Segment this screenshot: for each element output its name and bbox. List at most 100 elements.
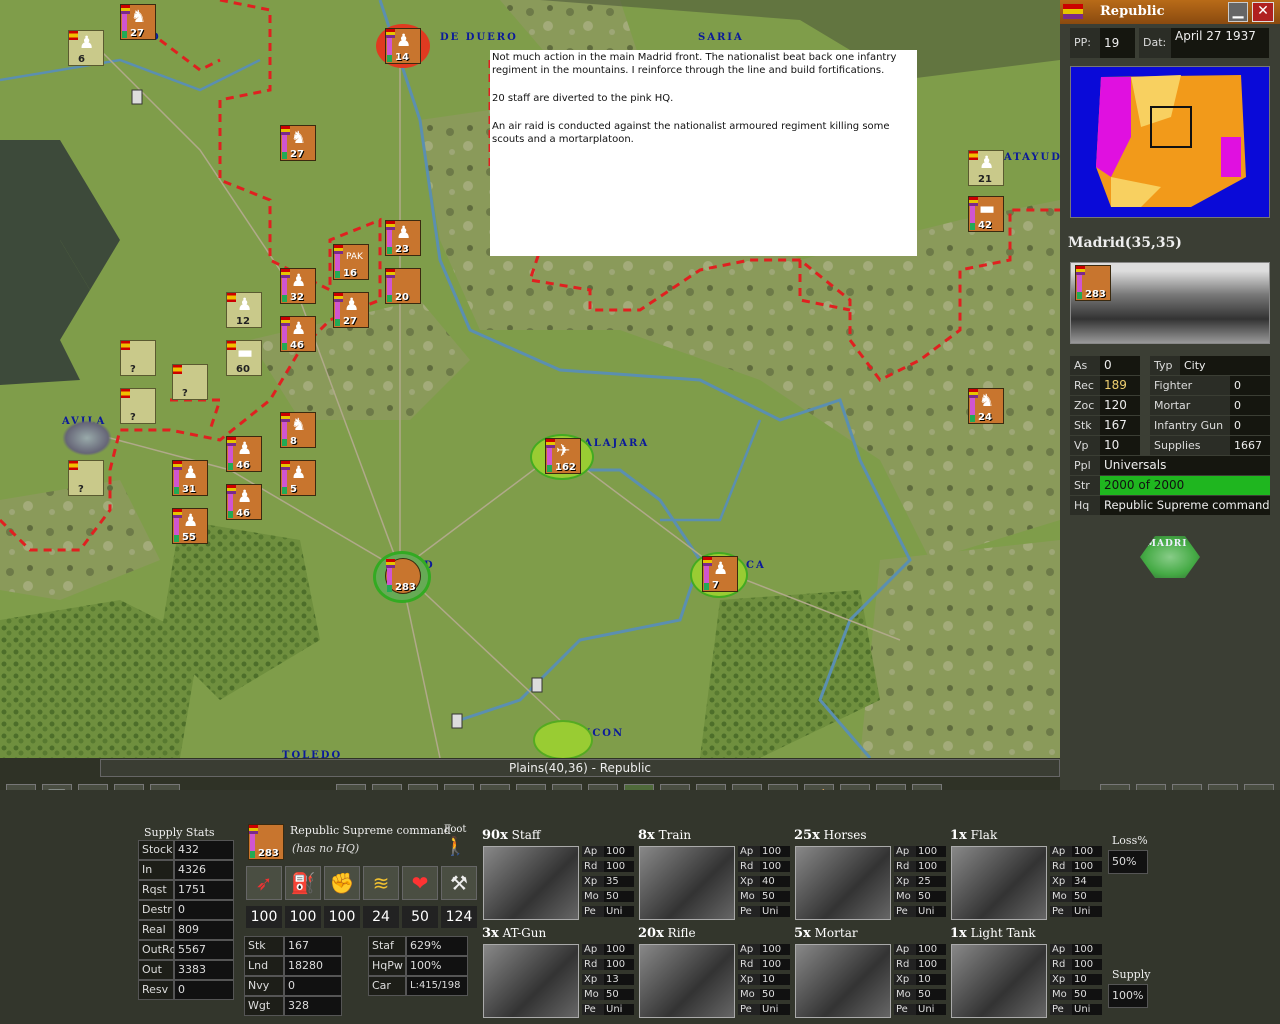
- unit-stat-label: Nvy: [244, 976, 284, 996]
- equipment-qty: 8x: [638, 828, 655, 843]
- hex-map[interactable]: D DE DUERO SARIA AVILA ALAJARA D CA TORO…: [0, 0, 1060, 758]
- unit-counter[interactable]: ♟ 5: [280, 460, 316, 496]
- equipment-card[interactable]: 20x Rifle Ap 100 Rd 100 Xp 10 Mo 50 Pe Uni: [638, 926, 792, 1022]
- unit-counter[interactable]: ♟ 6: [68, 30, 104, 66]
- ammo-value: 100: [246, 906, 282, 928]
- equipment-stat-label: Rd: [1050, 959, 1072, 970]
- equipment-stat-label: Mo: [894, 891, 916, 902]
- equipment-stat-label: Pe: [738, 906, 760, 917]
- date-label: Dat:: [1139, 28, 1171, 58]
- message-box[interactable]: Not much action in the main Madrid front…: [490, 50, 917, 256]
- equipment-stat-label: Xp: [582, 974, 604, 985]
- equipment-stat-label: Rd: [582, 959, 604, 970]
- equipment-stat-label: Mo: [582, 891, 604, 902]
- supply-value[interactable]: 100%: [1108, 984, 1148, 1008]
- supply-stat-value: 1751: [174, 880, 234, 900]
- morale-value: 100: [324, 906, 360, 928]
- equipment-stat-rd: Rd 100: [1050, 861, 1104, 876]
- equipment-stat-value: Uni: [604, 906, 634, 917]
- city-label: DE DUERO: [440, 32, 518, 43]
- unit-counter-madrid-hq[interactable]: 283: [385, 558, 421, 594]
- unit-counter-air[interactable]: ✈ 162: [545, 438, 581, 474]
- equipment-stat-value: 100: [1072, 959, 1102, 970]
- unit-counter-hidden[interactable]: ?: [68, 460, 104, 496]
- horse-icon: ♞: [291, 128, 307, 148]
- unit-counter[interactable]: ♟ 46: [226, 436, 262, 472]
- side-panel-title-bar: Republic ▁ ✕: [1060, 0, 1280, 24]
- unit-counter[interactable]: ▬ 60: [226, 340, 262, 376]
- unit-counter[interactable]: PAK 16: [333, 244, 369, 280]
- fuel-value: 100: [285, 906, 321, 928]
- equipment-card[interactable]: 3x AT-Gun Ap 100 Rd 100 Xp 13 Mo 50 Pe Uni: [482, 926, 636, 1022]
- equipment-stat-value: 100: [604, 944, 634, 955]
- equipment-stat-mo: Mo 50: [894, 891, 948, 906]
- minimap[interactable]: [1070, 66, 1270, 218]
- equipment-stat-label: Ap: [738, 944, 760, 955]
- city-toroncon[interactable]: [535, 722, 591, 758]
- equipment-stat-pe: Pe Uni: [1050, 1004, 1104, 1019]
- equipment-card[interactable]: 90x Staff Ap 100 Rd 100 Xp 35 Mo 50 Pe Uni: [482, 828, 636, 924]
- infantry-icon: ♟: [183, 511, 199, 531]
- mini-hex-label: MADRI: [1146, 539, 1188, 549]
- unit-counter[interactable]: ♟ 12: [226, 292, 262, 328]
- equipment-stat-ap: Ap 100: [1050, 846, 1104, 861]
- stat-value: 189: [1100, 376, 1140, 395]
- unit-counter[interactable]: ▬ 42: [968, 196, 1004, 232]
- unit-counter[interactable]: ♟ 32: [280, 268, 316, 304]
- supply-stat-label: Resv: [138, 980, 174, 1000]
- equipment-stat-label: Mo: [1050, 891, 1072, 902]
- unit-counter[interactable]: ♟ 46: [280, 316, 316, 352]
- equipment-stat-mo: Mo 50: [582, 989, 636, 1004]
- unit-counter[interactable]: ♟ 31: [172, 460, 208, 496]
- horse-icon: ♞: [291, 415, 307, 435]
- unit-counter[interactable]: 20: [385, 268, 421, 304]
- stat-label: Zoc: [1070, 396, 1100, 415]
- unit-counter[interactable]: ♞ 24: [968, 388, 1004, 424]
- unit-counter[interactable]: ♟ 55: [172, 508, 208, 544]
- hex-unit-counter[interactable]: 283: [1075, 265, 1111, 301]
- unit-counter[interactable]: ♟ 46: [226, 484, 262, 520]
- equipment-name: AT-Gun: [502, 926, 547, 940]
- minimize-button[interactable]: ▁: [1228, 2, 1248, 22]
- faction-title: Republic: [1100, 4, 1165, 19]
- unit-counter[interactable]: ♞ 27: [120, 4, 156, 40]
- mini-hex[interactable]: MADRI: [1140, 536, 1200, 578]
- unit-counter[interactable]: ♟ 23: [385, 220, 421, 256]
- equipment-card[interactable]: 8x Train Ap 100 Rd 100 Xp 40 Mo 50 Pe Uni: [638, 828, 792, 924]
- unit-counter[interactable]: ♟ 14: [385, 28, 421, 64]
- equipment-stat-value: 100: [604, 861, 634, 872]
- equipment-name: Rifle: [667, 926, 696, 940]
- tools-icon: ⚒: [441, 866, 477, 900]
- equipment-card[interactable]: 5x Mortar Ap 100 Rd 100 Xp 10 Mo 50 Pe Uni: [794, 926, 948, 1022]
- equipment-stat-value: Uni: [760, 1004, 790, 1015]
- selected-unit-counter[interactable]: 283: [248, 824, 284, 860]
- unit-counter[interactable]: ♟ 27: [333, 292, 369, 328]
- equipment-qty: 3x: [482, 926, 499, 941]
- equipment-stat-value: Uni: [916, 906, 946, 917]
- equipment-stat-value: 50: [916, 989, 946, 1000]
- city-label: ATAYUD: [1004, 152, 1060, 163]
- unit-counter[interactable]: ♟ 21: [968, 150, 1004, 186]
- supply-stats-title: Supply Stats: [144, 826, 215, 839]
- unit-counter[interactable]: ♞ 27: [280, 125, 316, 161]
- unit-counter[interactable]: ♟ 7: [702, 556, 738, 592]
- loss-value[interactable]: 50%: [1108, 850, 1148, 874]
- equipment-stat-ap: Ap 100: [1050, 944, 1104, 959]
- unit-counter[interactable]: ♞ 8: [280, 412, 316, 448]
- unit-counter-hidden[interactable]: ?: [120, 388, 156, 424]
- equipment-stat-xp: Xp 40: [738, 876, 792, 891]
- stat-value: 120: [1100, 396, 1140, 415]
- equipment-photo: [795, 846, 891, 920]
- equipment-stat-label: Pe: [738, 1004, 760, 1015]
- equipment-card[interactable]: 1x Flak Ap 100 Rd 100 Xp 34 Mo 50 Pe Uni: [950, 828, 1104, 924]
- unit-counter-hidden[interactable]: ?: [120, 340, 156, 376]
- heart-icon: ❤: [402, 866, 438, 900]
- unit-counter-hidden[interactable]: ?: [172, 364, 208, 400]
- equipment-card[interactable]: 1x Light Tank Ap 100 Rd 100 Xp 10 Mo 50 Pe Uni: [950, 926, 1104, 1022]
- equipment-stat-label: Ap: [1050, 944, 1072, 955]
- equipment-card[interactable]: 25x Horses Ap 100 Rd 100 Xp 25 Mo 50 Pe Uni: [794, 828, 948, 924]
- city-avila[interactable]: [62, 420, 112, 456]
- close-button[interactable]: ✕: [1252, 2, 1274, 22]
- str-bar: 2000 of 2000: [1100, 476, 1270, 495]
- equipment-stat-value: 25: [916, 876, 946, 887]
